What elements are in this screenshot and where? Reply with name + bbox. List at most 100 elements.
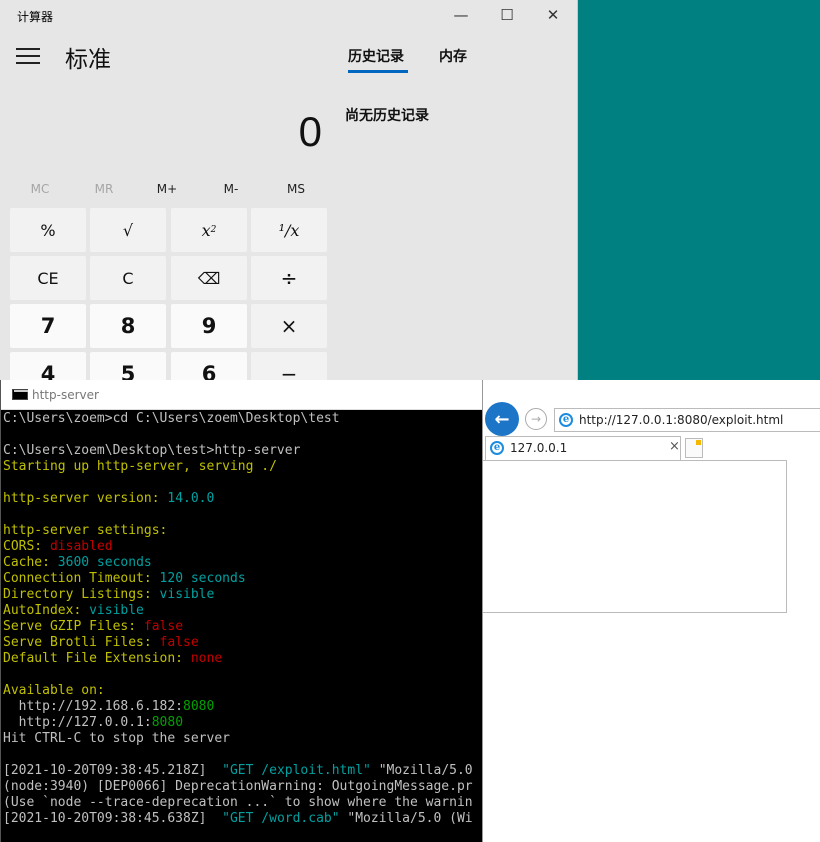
terminal-text-segment: 14.0.0 [167, 491, 215, 506]
square-button[interactable]: x2 [171, 208, 247, 252]
terminal-text-segment: Serve GZIP Files: [3, 619, 144, 634]
terminal-text-segment: http-server settings: [3, 523, 168, 538]
back-button[interactable]: ← [485, 402, 519, 436]
percent-button[interactable]: % [10, 208, 86, 252]
terminal-line: Directory Listings: visible [3, 587, 482, 603]
terminal-text-segment: (node:3940) [DEP0066] DeprecationWarning… [3, 779, 473, 794]
terminal-text-segment: disabled [49, 539, 113, 554]
maximize-button[interactable]: ☐ [484, 0, 530, 30]
digit-6-button[interactable]: 6 [171, 352, 247, 380]
divide-button[interactable]: ÷ [251, 256, 327, 300]
hamburger-menu-icon[interactable] [16, 48, 40, 64]
terminal-text-segment: Cache: [3, 555, 58, 570]
terminal-line: Default File Extension: none [3, 651, 482, 667]
terminal-text-segment: "GET /exploit.html" [222, 763, 371, 778]
terminal-text-segment: C:\Users\zoem\Desktop\test>http-server [3, 443, 301, 458]
digit-7-button[interactable]: 7 [10, 304, 86, 348]
terminal-text-segment: CORS: [3, 539, 50, 554]
minus-button[interactable]: − [251, 352, 327, 380]
snowflake-icon: ❄ [648, 761, 690, 819]
terminal-line: C:\Users\zoem\Desktop\test>http-server [3, 443, 482, 459]
forward-button[interactable]: → [525, 408, 547, 430]
multiply-button[interactable]: × [251, 304, 327, 348]
calculator-title: 计算器 [17, 10, 54, 24]
address-bar[interactable]: e http://127.0.0.1:8080/exploit.html [554, 408, 820, 432]
digit-5-button[interactable]: 5 [90, 352, 166, 380]
watermark: ❄ 看雪 [648, 760, 808, 820]
close-button[interactable]: ✕ [530, 0, 576, 30]
terminal-line: Cache: 3600 seconds [3, 555, 482, 571]
terminal-text-segment: C:\Users\zoem>cd C:\Users\zoem\Desktop\t… [3, 411, 340, 426]
browser-nav-bar: ← → e http://127.0.0.1:8080/exploit.html [483, 380, 820, 436]
terminal-text-segment: AutoIndex: [3, 603, 90, 618]
terminal-title: http-server [32, 388, 99, 402]
clear-entry-button[interactable]: CE [10, 256, 86, 300]
terminal-text-segment: 120 seconds [159, 571, 246, 586]
terminal-text-segment: 3600 seconds [57, 555, 152, 570]
memory-recall-button[interactable]: MR [72, 182, 136, 196]
terminal-line: Starting up http-server, serving ./ [3, 459, 482, 475]
browser-tab[interactable]: e 127.0.0.1 × [485, 436, 681, 460]
address-url[interactable]: http://127.0.0.1:8080/exploit.html [579, 413, 783, 427]
terminal-text-segment: Hit CTRL-C to stop the server [3, 731, 230, 746]
terminal-window: http-server C:\Users\zoem>cd C:\Users\zo… [0, 380, 482, 842]
terminal-text-segment: false [159, 635, 199, 650]
memory-store-button[interactable]: MS [264, 182, 328, 196]
clear-button[interactable]: C [90, 256, 166, 300]
console-icon [12, 389, 28, 400]
calculator-header: 标准 历史记录 内存 [0, 34, 577, 79]
tab-memory[interactable]: 内存 [439, 46, 467, 66]
terminal-line: Serve GZIP Files: false [3, 619, 482, 635]
calculator-titlebar[interactable]: 计算器 — ☐ ✕ [0, 0, 577, 30]
terminal-text-segment: Connection Timeout: [3, 571, 160, 586]
terminal-text-segment: false [143, 619, 184, 634]
backspace-button[interactable]: ⌫ [171, 256, 247, 300]
memory-add-button[interactable]: M+ [135, 182, 199, 196]
terminal-text-segment: visible [89, 603, 144, 618]
terminal-text-segment: Starting up http-server, serving ./ [3, 459, 277, 474]
forward-arrow-icon: → [530, 412, 542, 426]
square-root-button[interactable]: √ [90, 208, 166, 252]
reciprocal-button[interactable]: ¹/x [251, 208, 327, 252]
tab-history[interactable]: 历史记录 [348, 46, 404, 66]
terminal-line: Hit CTRL-C to stop the server [3, 731, 482, 747]
memory-clear-button[interactable]: MC [8, 182, 72, 196]
digit-9-button[interactable]: 9 [171, 304, 247, 348]
tab-favicon-icon: e [490, 441, 504, 455]
tab-close-icon[interactable]: × [669, 439, 680, 454]
digit-8-button[interactable]: 8 [90, 304, 166, 348]
terminal-text-segment: [2021-10-20T09:38:45.218Z] [3, 763, 223, 778]
no-history-message: 尚无历史记录 [345, 108, 429, 124]
calculator-display: 0 [298, 108, 322, 155]
back-arrow-icon: ← [494, 408, 510, 430]
terminal-text-segment: 8080 [151, 715, 184, 730]
terminal-text-segment: "Mozilla/5.0 (Wi [339, 811, 473, 826]
digit-4-button[interactable]: 4 [10, 352, 86, 380]
calculator-mode-title: 标准 [65, 47, 111, 73]
terminal-line: Serve Brotli Files: false [3, 635, 482, 651]
terminal-line: http-server settings: [3, 523, 482, 539]
tab-active-indicator [348, 70, 408, 73]
terminal-text-segment: http://192.168.6.182: [3, 699, 184, 714]
terminal-text-segment: visible [159, 587, 215, 602]
new-tab-icon[interactable] [685, 438, 703, 458]
square-button-label: x [201, 220, 211, 240]
memory-subtract-button[interactable]: M- [199, 182, 263, 196]
terminal-text-segment: [2021-10-20T09:38:45.638Z] [3, 811, 223, 826]
square-button-exponent: 2 [210, 225, 217, 235]
minimize-button[interactable]: — [438, 0, 484, 30]
calculator-window: 计算器 — ☐ ✕ 标准 历史记录 内存 尚无历史记录 0 MC MR M+ M… [0, 0, 578, 380]
terminal-line: http-server version: 14.0.0 [3, 491, 482, 507]
terminal-titlebar[interactable]: http-server [1, 380, 482, 410]
terminal-text-segment: Directory Listings: [3, 587, 160, 602]
terminal-output[interactable]: C:\Users\zoem>cd C:\Users\zoem\Desktop\t… [1, 411, 482, 827]
page-content[interactable] [483, 460, 787, 613]
terminal-text-segment: Default File Extension: [3, 651, 191, 666]
terminal-text-segment: http://127.0.0.1: [3, 715, 152, 730]
terminal-text-segment: 8080 [183, 699, 215, 714]
memory-row: MC MR M+ M- MS [0, 182, 330, 200]
